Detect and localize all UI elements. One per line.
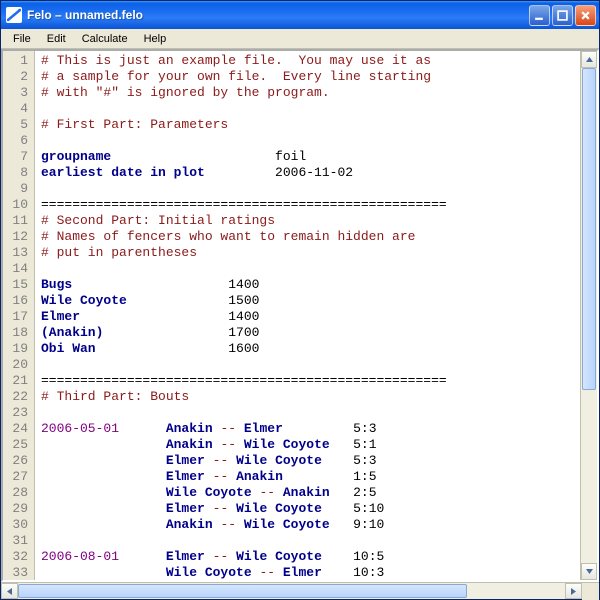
menu-help[interactable]: Help xyxy=(136,31,175,47)
window-controls xyxy=(529,5,596,26)
menu-edit[interactable]: Edit xyxy=(39,31,74,47)
line-number: 4 xyxy=(5,101,28,117)
line-number: 33 xyxy=(5,565,28,580)
code-line[interactable]: # put in parentheses xyxy=(41,245,580,261)
line-number: 15 xyxy=(5,277,28,293)
menu-calculate[interactable]: Calculate xyxy=(74,31,136,47)
code-line[interactable]: Elmer -- Wile Coyote 5:3 xyxy=(41,453,580,469)
code-line[interactable]: Obi Wan 1600 xyxy=(41,341,580,357)
vscroll-thumb[interactable] xyxy=(582,68,596,390)
code-line[interactable]: 2006-08-01 Elmer -- Wile Coyote 10:5 xyxy=(41,549,580,565)
code-line[interactable]: earliest date in plot 2006-11-02 xyxy=(41,165,580,181)
line-number: 5 xyxy=(5,117,28,133)
close-button[interactable] xyxy=(575,5,596,26)
horizontal-scrollbar[interactable] xyxy=(1,583,582,599)
hscroll-thumb[interactable] xyxy=(18,584,467,598)
code-line[interactable] xyxy=(41,181,580,197)
vertical-scrollbar[interactable] xyxy=(580,51,597,580)
code-line[interactable]: Wile Coyote -- Elmer 10:3 xyxy=(41,565,580,580)
line-number: 28 xyxy=(5,485,28,501)
line-number: 32 xyxy=(5,549,28,565)
code-line[interactable]: ========================================… xyxy=(41,373,580,389)
code-line[interactable] xyxy=(41,357,580,373)
menu-bar: File Edit Calculate Help xyxy=(1,29,599,49)
code-line[interactable] xyxy=(41,261,580,277)
scroll-left-icon[interactable] xyxy=(1,583,18,599)
line-number: 29 xyxy=(5,501,28,517)
code-line[interactable] xyxy=(41,533,580,549)
scroll-up-icon[interactable] xyxy=(581,51,597,68)
code-line[interactable]: groupname foil xyxy=(41,149,580,165)
line-number: 23 xyxy=(5,405,28,421)
code-line[interactable]: # Names of fencers who want to remain hi… xyxy=(41,229,580,245)
code-line[interactable]: (Anakin) 1700 xyxy=(41,325,580,341)
line-number: 2 xyxy=(5,69,28,85)
line-number: 16 xyxy=(5,293,28,309)
code-line[interactable] xyxy=(41,405,580,421)
code-line[interactable]: Anakin -- Wile Coyote 9:10 xyxy=(41,517,580,533)
code-line[interactable]: 2006-05-01 Anakin -- Elmer 5:3 xyxy=(41,421,580,437)
editor: 1234567891011121314151617181920212223242… xyxy=(1,49,599,582)
vscroll-track[interactable] xyxy=(581,68,597,563)
code-line[interactable]: Elmer -- Wile Coyote 5:10 xyxy=(41,501,580,517)
code-line[interactable]: # Second Part: Initial ratings xyxy=(41,213,580,229)
code-line[interactable]: Bugs 1400 xyxy=(41,277,580,293)
code-line[interactable] xyxy=(41,101,580,117)
line-number: 27 xyxy=(5,469,28,485)
code-line[interactable]: Elmer -- Anakin 1:5 xyxy=(41,469,580,485)
editor-viewport: 1234567891011121314151617181920212223242… xyxy=(3,51,580,580)
minimize-button[interactable] xyxy=(529,5,550,26)
hscroll-track[interactable] xyxy=(18,583,565,599)
line-number: 17 xyxy=(5,309,28,325)
titlebar[interactable]: Felo – unnamed.felo xyxy=(1,1,599,29)
code-line[interactable]: ========================================… xyxy=(41,197,580,213)
app-window: Felo – unnamed.felo File Edit Calculate … xyxy=(0,0,600,600)
code-line[interactable]: # a sample for your own file. Every line… xyxy=(41,69,580,85)
code-line[interactable]: Elmer 1400 xyxy=(41,309,580,325)
menu-file[interactable]: File xyxy=(5,31,39,47)
maximize-button[interactable] xyxy=(552,5,573,26)
scrollbar-corner xyxy=(582,583,599,600)
line-number: 31 xyxy=(5,533,28,549)
app-icon xyxy=(6,7,22,23)
code-line[interactable]: # This is just an example file. You may … xyxy=(41,53,580,69)
scroll-down-icon[interactable] xyxy=(581,563,597,580)
code-line[interactable]: # Third Part: Bouts xyxy=(41,389,580,405)
line-number: 30 xyxy=(5,517,28,533)
code-line[interactable] xyxy=(41,133,580,149)
line-number: 1 xyxy=(5,53,28,69)
line-number: 22 xyxy=(5,389,28,405)
line-number: 10 xyxy=(5,197,28,213)
line-number-gutter: 1234567891011121314151617181920212223242… xyxy=(3,51,35,580)
line-number: 3 xyxy=(5,85,28,101)
line-number: 11 xyxy=(5,213,28,229)
code-line[interactable]: # with "#" is ignored by the program. xyxy=(41,85,580,101)
line-number: 14 xyxy=(5,261,28,277)
line-number: 8 xyxy=(5,165,28,181)
line-number: 6 xyxy=(5,133,28,149)
line-number: 18 xyxy=(5,325,28,341)
line-number: 20 xyxy=(5,357,28,373)
horizontal-scrollbar-row xyxy=(1,582,599,599)
code-line[interactable]: Wile Coyote -- Anakin 2:5 xyxy=(41,485,580,501)
code-line[interactable]: Anakin -- Wile Coyote 5:1 xyxy=(41,437,580,453)
window-title: Felo – unnamed.felo xyxy=(27,8,529,22)
line-number: 25 xyxy=(5,437,28,453)
line-number: 24 xyxy=(5,421,28,437)
scroll-right-icon[interactable] xyxy=(565,583,582,599)
line-number: 26 xyxy=(5,453,28,469)
code-line[interactable]: # First Part: Parameters xyxy=(41,117,580,133)
line-number: 21 xyxy=(5,373,28,389)
line-number: 13 xyxy=(5,245,28,261)
code-line[interactable]: Wile Coyote 1500 xyxy=(41,293,580,309)
line-number: 9 xyxy=(5,181,28,197)
line-number: 12 xyxy=(5,229,28,245)
line-number: 7 xyxy=(5,149,28,165)
line-number: 19 xyxy=(5,341,28,357)
code-area[interactable]: # This is just an example file. You may … xyxy=(35,51,580,580)
